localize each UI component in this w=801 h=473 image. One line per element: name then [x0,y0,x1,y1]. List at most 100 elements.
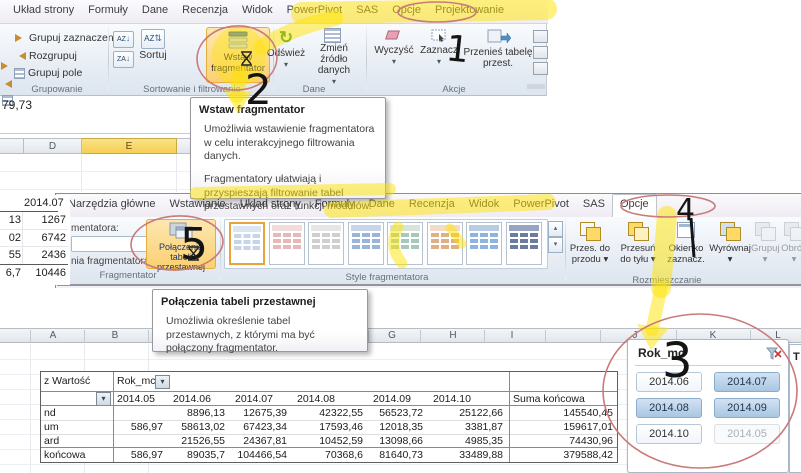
style-header-bar [390,225,420,231]
column-header-i[interactable]: I [504,330,520,341]
column-header-a[interactable]: A [45,330,61,341]
style-row-dashes [273,239,301,243]
slicer-style-thumbnail[interactable] [506,222,542,265]
pivot-border [113,372,114,462]
change-data-source-button[interactable]: Zmień źródło danych ▾ [306,28,362,87]
tab-narzędzia-główne[interactable]: Narzędzia główne [61,194,162,218]
slicer-item-2014-08[interactable]: 2014.08 [636,398,702,418]
cut-icon [533,62,548,75]
pivot-table: z WartośćRok_mc▾▾2014.052014.062014.0720… [40,371,618,463]
column-header-h[interactable]: H [445,330,461,341]
style-header-bar [430,225,460,231]
tab-projektowanie[interactable]: Projektowanie [428,0,511,24]
button-label: Zaznacz [418,45,460,56]
clear-filter-icon[interactable] [766,347,782,361]
slicer-style-thumbnail[interactable] [348,222,384,265]
slicer-settings-button-cut[interactable]: nia fragmentatora [71,256,149,267]
style-row-dashes [352,245,380,249]
tooltip-title: Wstaw fragmentator [199,104,377,116]
group-label-sorting: Sortowanie i filtrowanie [112,84,272,95]
pivot-connections-button[interactable]: Połączenia tabeli przestawnej [146,219,216,269]
slicer-style-thumbnail[interactable] [466,222,502,265]
group-selection-button[interactable]: Grupuj zaznaczenie [15,32,122,44]
column-header-d[interactable]: D [24,138,82,154]
style-row-dashes [510,245,538,249]
pivot-row-label: um [44,421,59,434]
cell-value: 79,73 [2,98,32,112]
slicer-item-2014-09[interactable]: 2014.09 [714,398,780,418]
refresh-button[interactable]: ↻ Odśwież ▾ [266,28,306,70]
sort-za-icon[interactable]: ZA [113,51,134,68]
group-label-grouping: Grupowanie [8,84,106,95]
gridline [81,154,82,192]
button-label: zaznacz. [663,255,709,265]
tab-powerpivot[interactable]: PowerPivot [506,194,576,218]
tab-widok[interactable]: Widok [235,0,280,24]
style-row-dashes [391,233,419,237]
button-label: Sortuj [139,49,166,61]
pivot-value: 89035,7 [169,449,225,462]
row-header-corner[interactable] [0,138,24,154]
pivot-value: 33489,88 [429,449,503,462]
column-header-b[interactable]: B [107,330,123,341]
ribbon-tabs-overlay: Narzędzia główneWstawianieUkład stronyFo… [57,194,801,217]
tab-sas[interactable]: SAS [349,0,385,24]
tab-recenzja[interactable]: Recenzja [402,194,462,218]
pivot-field-dropdown[interactable]: ▾ [155,375,170,389]
tab-układ-strony[interactable]: Układ strony [6,0,81,24]
column-header-g[interactable]: G [384,330,400,341]
slicer-style-thumbnail[interactable] [229,222,265,265]
slicer-style-thumbnail[interactable] [308,222,344,265]
sort-az-icon[interactable]: AZ [113,31,134,48]
arrange-grupuj: Grupuj▾ [751,221,779,279]
gridline [30,344,31,473]
slicer-style-thumbnail[interactable] [269,222,305,265]
tab-recenzja[interactable]: Recenzja [175,0,235,24]
select-button[interactable]: Zaznacz ▾ [418,28,460,67]
row-labels-dropdown[interactable]: ▾ [96,392,111,406]
side-cell: 1267 [24,213,66,228]
ungroup-button[interactable]: Rozgrupuj [15,50,77,62]
slicer-item-2014-06[interactable]: 2014.06 [636,372,702,392]
button-label: Połączenia tabeli przestawnej [148,242,214,272]
tooltip-insert-slicer: Wstaw fragmentator Umożliwia wstawienie … [190,97,386,199]
tab-dane[interactable]: Dane [135,0,175,24]
tab-widok[interactable]: Widok [462,194,507,218]
slicer-style-thumbnail[interactable] [387,222,423,265]
group-divider [565,219,566,281]
slicer-item-2014-07[interactable]: 2014.07 [714,372,780,392]
column-header-e[interactable]: E [82,138,177,154]
group-label-styles: Style fragmentatora [237,272,537,283]
gallery-up-button[interactable]: ▴ [548,221,563,237]
tab-opcje[interactable]: Opcje [612,194,657,218]
slicer-styles-gallery [224,219,548,269]
arrange-przesuń[interactable]: Przesuńdo tyłu ▾ [615,221,661,279]
arrange-icon [674,221,698,241]
insert-slicer-button[interactable]: Wstaw fragmentator [206,27,270,83]
gridline [0,246,68,247]
tab-formuły[interactable]: Formuły [81,0,135,24]
slicer-title: Rok_mc [638,346,685,360]
slicer-item-2014-10[interactable]: 2014.10 [636,424,702,444]
tab-powerpivot[interactable]: PowerPivot [280,0,350,24]
move-pivot-button[interactable]: Przenieś tabelę przest. [462,28,536,69]
style-header-bar [233,226,261,232]
partial-panel: T [789,344,801,473]
gallery-down-button[interactable]: ▾ [548,237,563,253]
style-row-dashes [391,245,419,249]
style-row-dashes [391,239,419,243]
tab-sas[interactable]: SAS [576,194,612,218]
group-field-button[interactable]: Grupuj pole [14,67,82,79]
pivot-value: 12018,35 [369,421,423,434]
tab-opcje[interactable]: Opcje [385,0,428,24]
arrange-okienko[interactable]: Okienkozaznacz. [663,221,709,279]
arrange-przes-do[interactable]: Przes. doprzodu ▾ [567,221,613,279]
style-row-dashes [431,245,459,249]
clear-button[interactable]: Wyczyść ▾ [372,28,416,67]
sort-button[interactable]: AZ Sortuj [134,29,172,61]
slicer-style-thumbnail[interactable] [427,222,463,265]
pivot-value: 12675,39 [231,407,287,420]
button-label: Grupuj pole [28,67,82,79]
arrange-wyrównaj[interactable]: Wyrównaj▾ [709,221,751,279]
pivot-value: 81640,73 [369,449,423,462]
